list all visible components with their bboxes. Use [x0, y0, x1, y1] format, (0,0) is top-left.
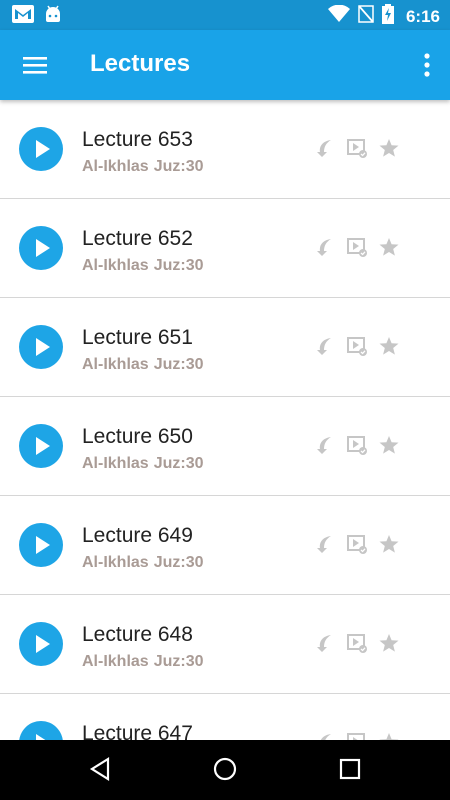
star-icon[interactable] — [378, 533, 400, 560]
lecture-title: Lecture 650 — [82, 425, 193, 448]
download-icon[interactable] — [314, 335, 336, 362]
lecture-subtitle: Al-Ikhlas Juz:30 — [82, 257, 203, 275]
play-icon[interactable] — [19, 424, 63, 468]
status-bar-system: 6:16 — [327, 4, 440, 29]
list-item[interactable]: Lecture 647Al-IkhlasJuz:30 — [0, 694, 450, 740]
list-item[interactable]: Lecture 648 Al-Ikhlas Juz:30 — [0, 595, 450, 694]
page-title: Lectures — [90, 50, 191, 77]
lecture-actions — [314, 137, 400, 164]
play-icon[interactable] — [19, 127, 63, 171]
status-time: 6:16 — [405, 6, 440, 26]
lecture-actions — [314, 731, 400, 740]
star-icon[interactable] — [378, 335, 400, 362]
download-icon[interactable] — [314, 731, 336, 740]
star-icon[interactable] — [378, 434, 400, 461]
home-icon[interactable] — [212, 756, 238, 787]
lecture-subtitle: Al-Ikhlas Juz:30 — [82, 158, 203, 176]
star-icon[interactable] — [378, 236, 400, 263]
lecture-actions — [314, 236, 400, 263]
list-item[interactable]: Lecture 652 Al-Ikhlas Juz:30 — [0, 199, 450, 298]
play-icon[interactable] — [19, 226, 63, 270]
lecture-title: Lecture 649 — [82, 524, 193, 547]
lecture-title: Lecture 648 — [82, 623, 193, 646]
download-icon[interactable] — [314, 533, 336, 560]
list-item[interactable]: Lecture 653 Al-Ikhlas Juz:30 — [0, 100, 450, 199]
recents-icon[interactable] — [338, 756, 362, 787]
lecture-list[interactable]: Lecture 653 Al-Ikhlas Juz:30 Lecture 652 Al-… — [0, 100, 450, 740]
play-icon[interactable] — [19, 325, 63, 369]
star-icon[interactable] — [378, 137, 400, 164]
star-icon[interactable] — [378, 731, 400, 740]
play-icon[interactable] — [19, 622, 63, 666]
gmail-icon — [12, 5, 34, 28]
surah-name: Al-Ikhlas — [82, 158, 149, 175]
battery-charging-icon — [381, 4, 394, 29]
status-bar: 6:16 — [0, 0, 450, 30]
surah-name: Al-Ikhlas — [82, 653, 149, 670]
juz-label: Juz:30 — [153, 455, 204, 472]
lecture-actions — [314, 632, 400, 659]
play-icon[interactable] — [19, 721, 63, 740]
lecture-subtitle: Al-Ikhlas Juz:30 — [82, 455, 203, 473]
video-played-icon[interactable] — [346, 236, 368, 263]
surah-name: Al-Ikhlas — [82, 554, 149, 571]
juz-label: Juz:30 — [153, 554, 204, 571]
star-icon[interactable] — [378, 632, 400, 659]
lecture-actions — [314, 335, 400, 362]
play-icon[interactable] — [19, 523, 63, 567]
video-played-icon[interactable] — [346, 731, 368, 740]
list-item[interactable]: Lecture 651 Al-Ikhlas Juz:30 — [0, 298, 450, 397]
download-icon[interactable] — [314, 632, 336, 659]
more-vert-icon[interactable] — [422, 52, 432, 78]
surah-name: Al-Ikhlas — [82, 455, 149, 472]
lecture-title: Lecture 653 — [82, 128, 193, 151]
wifi-icon — [327, 4, 350, 28]
lecture-subtitle: Al-Ikhlas Juz:30 — [82, 356, 203, 374]
lecture-actions — [314, 434, 400, 461]
lecture-title: Lecture 651 — [82, 326, 193, 349]
video-played-icon[interactable] — [346, 137, 368, 164]
juz-label: Juz:30 — [153, 158, 204, 175]
list-item[interactable]: Lecture 649 Al-Ikhlas Juz:30 — [0, 496, 450, 595]
video-played-icon[interactable] — [346, 533, 368, 560]
video-played-icon[interactable] — [346, 434, 368, 461]
surah-name: Al-Ikhlas — [82, 257, 149, 274]
navigation-bar — [0, 740, 450, 800]
lecture-subtitle: Al-Ikhlas Juz:30 — [82, 554, 203, 572]
android-icon — [44, 5, 62, 28]
no-signal-icon — [358, 4, 374, 29]
download-icon[interactable] — [314, 434, 336, 461]
hamburger-menu-icon[interactable] — [22, 52, 48, 78]
status-bar-notifications — [12, 5, 62, 28]
lecture-actions — [314, 533, 400, 560]
download-icon[interactable] — [314, 236, 336, 263]
lecture-title: Lecture 647 — [82, 722, 193, 740]
lecture-subtitle: Al-Ikhlas Juz:30 — [82, 653, 203, 671]
juz-label: Juz:30 — [153, 356, 204, 373]
surah-name: Al-Ikhlas — [82, 356, 149, 373]
app-bar: Lectures — [0, 30, 450, 100]
juz-label: Juz:30 — [153, 257, 204, 274]
juz-label: Juz:30 — [153, 653, 204, 670]
download-icon[interactable] — [314, 137, 336, 164]
video-played-icon[interactable] — [346, 335, 368, 362]
list-item[interactable]: Lecture 650 Al-Ikhlas Juz:30 — [0, 397, 450, 496]
back-icon[interactable] — [88, 756, 112, 787]
lecture-title: Lecture 652 — [82, 227, 193, 250]
video-played-icon[interactable] — [346, 632, 368, 659]
